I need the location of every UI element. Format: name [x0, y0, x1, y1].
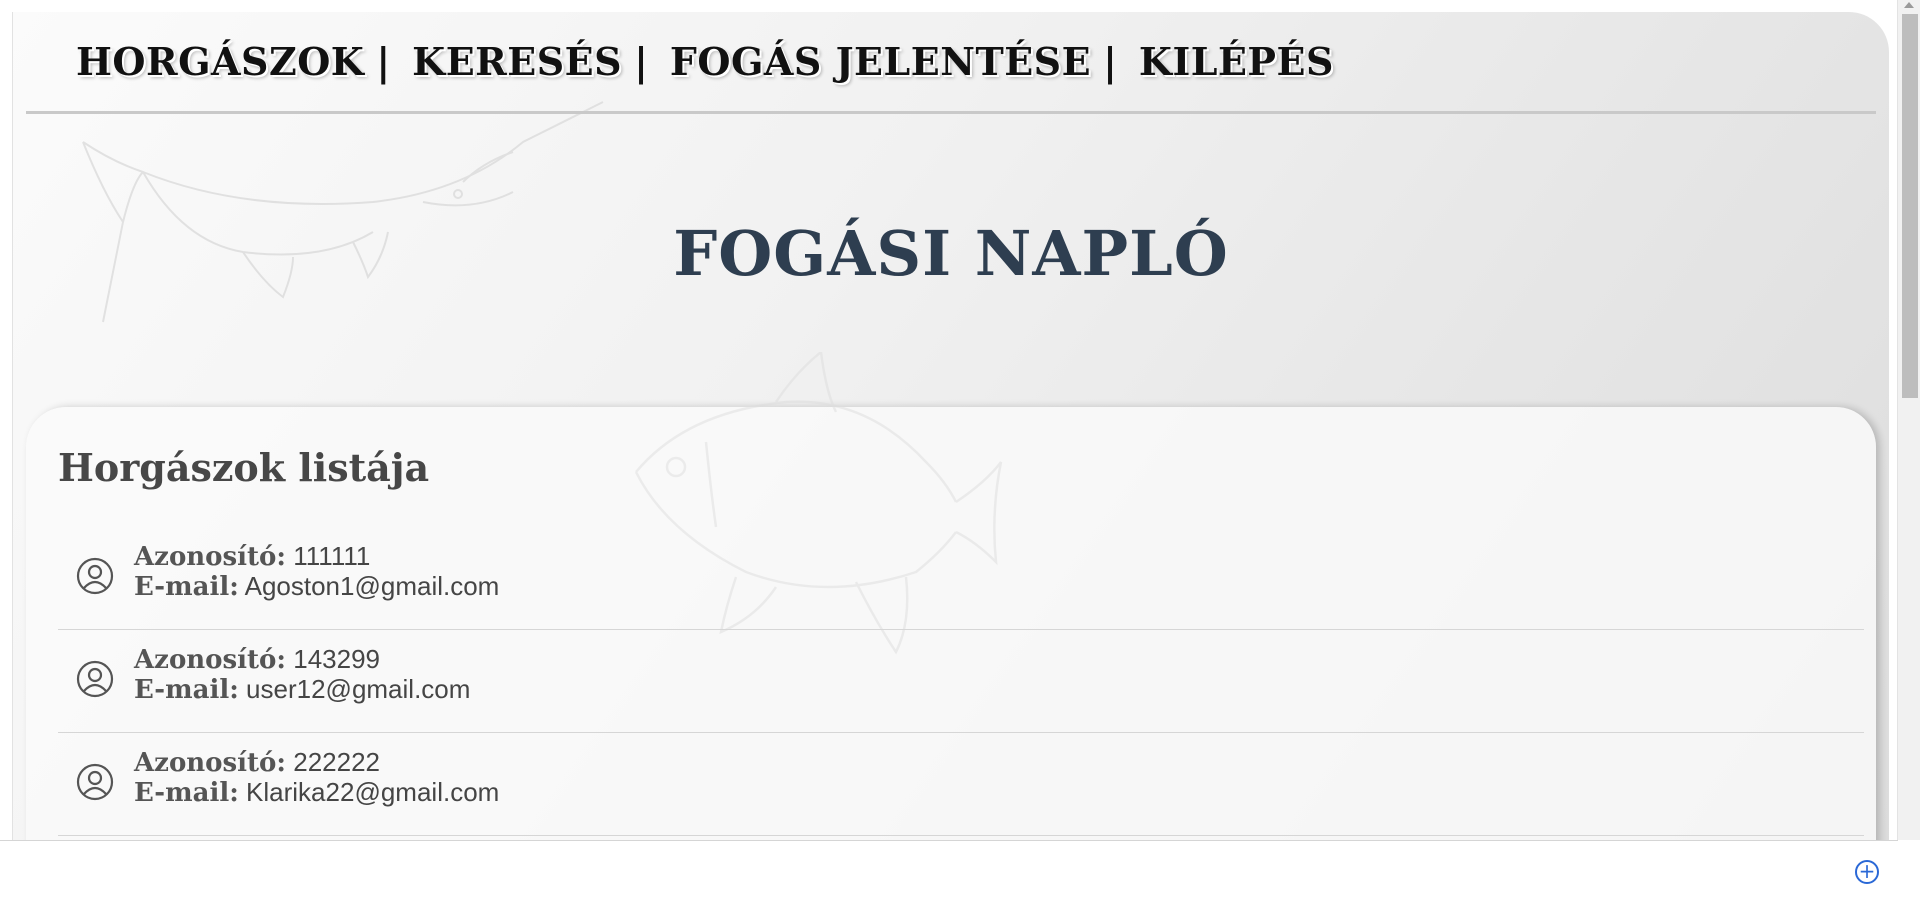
user-circle-icon	[76, 763, 114, 801]
nav-separator: |	[376, 39, 391, 84]
app-window: HORGÁSZOK | KERESÉS | FOGÁS JELENTÉSE | …	[12, 12, 1889, 901]
angler-id-label: Azonosító:	[134, 542, 286, 572]
anglers-list-card: Horgászok listája Azonosító: 111111 E-ma…	[26, 352, 1876, 901]
angler-email-value: user12@gmail.com	[246, 674, 471, 704]
angler-id-value: 143299	[293, 644, 380, 674]
angler-email-label: E-mail:	[134, 675, 239, 705]
nav-item-anglers[interactable]: HORGÁSZOK	[76, 39, 364, 84]
angler-id-label: Azonosító:	[134, 748, 286, 778]
page-title: FOGÁSI NAPLÓ	[673, 217, 1229, 290]
nav-separator: |	[1103, 39, 1117, 84]
page-scrollbar[interactable]	[1897, 0, 1920, 840]
angler-id-value: 111111	[293, 541, 371, 571]
angler-email-line: E-mail: Klarika22@gmail.com	[134, 777, 499, 808]
fish-watermark-icon	[82, 101, 604, 323]
angler-list-item[interactable]: Azonosító: 143299 E-mail: user12@gmail.c…	[58, 630, 1864, 733]
angler-email-value: Klarika22@gmail.com	[246, 777, 500, 807]
angler-email-value: Agoston1@gmail.com	[244, 571, 500, 601]
bottom-bar: +	[0, 840, 1898, 902]
angler-list-item[interactable]: Azonosító: 111111 E-mail: Agoston1@gmail…	[58, 527, 1864, 630]
scrollbar-thumb[interactable]	[1902, 14, 1918, 398]
angler-email-line: E-mail: user12@gmail.com	[134, 674, 470, 705]
angler-email-label: E-mail:	[134, 572, 239, 602]
user-circle-icon	[76, 557, 114, 595]
main-navbar: HORGÁSZOK | KERESÉS | FOGÁS JELENTÉSE | …	[26, 12, 1876, 114]
angler-id-line: Azonosító: 222222	[134, 747, 380, 778]
nav-item-search[interactable]: KERESÉS	[412, 39, 622, 84]
anglers-list: Azonosító: 111111 E-mail: Agoston1@gmail…	[58, 527, 1864, 836]
nav-item-logout[interactable]: KILÉPÉS	[1139, 39, 1334, 84]
scroll-up-arrow-icon[interactable]	[1904, 2, 1914, 8]
user-circle-icon	[76, 660, 114, 698]
angler-id-line: Azonosító: 143299	[134, 644, 380, 675]
angler-email-label: E-mail:	[134, 778, 239, 808]
plus-circle-icon[interactable]: +	[1855, 860, 1879, 884]
nav-item-report-catch[interactable]: FOGÁS JELENTÉSE	[670, 39, 1091, 84]
angler-email-line: E-mail: Agoston1@gmail.com	[134, 571, 499, 602]
nav-separator: |	[634, 39, 648, 84]
angler-id-label: Azonosító:	[134, 645, 286, 675]
angler-id-value: 222222	[293, 747, 380, 777]
angler-id-line: Azonosító: 111111	[134, 541, 370, 572]
anglers-list-heading: Horgászok listája	[58, 445, 430, 490]
angler-list-item[interactable]: Azonosító: 222222 E-mail: Klarika22@gmai…	[58, 733, 1864, 836]
